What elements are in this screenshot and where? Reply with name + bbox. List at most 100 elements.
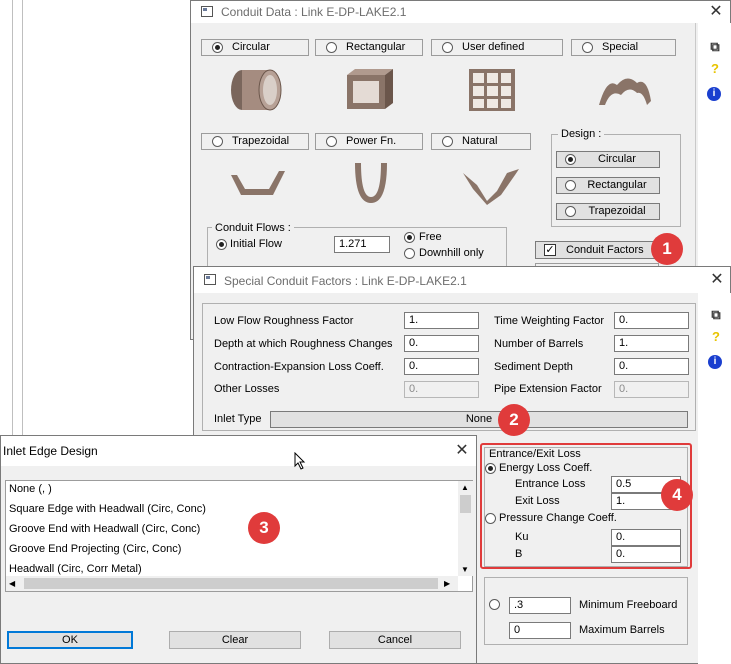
inlet-type-button[interactable]: None — [270, 411, 688, 428]
shape-tab-label: User defined — [462, 41, 525, 53]
highlight-box-entrance-exit — [480, 443, 692, 569]
design-circular-option[interactable]: Circular — [556, 151, 660, 168]
special-arch-icon[interactable] — [595, 71, 655, 111]
contraction-expansion-input[interactable]: 0. — [404, 358, 479, 375]
contraction-expansion-label: Contraction-Expansion Loss Coeff. — [214, 361, 384, 373]
shape-tab-circular[interactable]: Circular — [201, 39, 309, 56]
minimum-freeboard-input[interactable]: .3 — [509, 597, 571, 614]
design-option-label: Rectangular — [587, 179, 647, 191]
inlet-edge-dialog: Inlet Edge Design ✕ None (, ) Square Edg… — [0, 435, 477, 664]
side-toolbar — [698, 293, 731, 664]
window-app-icon — [204, 274, 216, 285]
low-flow-roughness-label: Low Flow Roughness Factor — [214, 315, 354, 327]
close-icon[interactable]: ✕ — [702, 270, 731, 290]
info-icon[interactable]: i — [707, 87, 721, 101]
annotation-badge-3: 3 — [248, 512, 280, 544]
design-rectangular-option[interactable]: Rectangular — [556, 177, 660, 194]
shape-tab-label: Circular — [232, 41, 270, 53]
scroll-thumb[interactable] — [24, 578, 438, 589]
shape-tab-label: Trapezoidal — [232, 135, 290, 147]
circular-pipe-icon[interactable] — [226, 65, 286, 115]
radio-design-circular[interactable] — [565, 154, 576, 165]
conduit-window-title: Conduit Data : Link E-DP-LAKE2.1 — [221, 5, 407, 19]
scroll-right-icon[interactable]: ▶ — [444, 579, 450, 588]
rectangular-box-icon[interactable] — [339, 67, 399, 113]
list-item[interactable]: Groove End with Headwall (Circ, Conc) — [9, 523, 200, 535]
free-label: Free — [419, 231, 442, 243]
scroll-up-icon[interactable]: ▲ — [461, 483, 469, 492]
inlet-dialog-title: Inlet Edge Design — [3, 444, 98, 458]
radio-trapezoidal[interactable] — [212, 136, 223, 147]
trapezoidal-channel-icon[interactable] — [229, 167, 289, 201]
conduit-flows-group: Conduit Flows : Initial Flow 1.271 Free … — [207, 222, 507, 269]
horizontal-scrollbar[interactable]: ◀ ▶ — [6, 576, 458, 591]
copy-icon[interactable]: ⧉ — [708, 307, 724, 323]
vertical-scrollbar[interactable]: ▲ ▼ — [458, 481, 473, 576]
conduit-factors-button[interactable]: ✓ Conduit Factors — [535, 241, 659, 259]
shape-tab-user-defined[interactable]: User defined — [431, 39, 563, 56]
scroll-down-icon[interactable]: ▼ — [461, 565, 469, 574]
maximum-barrels-input[interactable]: 0 — [509, 622, 571, 639]
power-function-channel-icon[interactable] — [351, 159, 391, 207]
list-item[interactable]: Groove End Projecting (Circ, Conc) — [9, 543, 181, 555]
close-icon[interactable]: ✕ — [447, 441, 477, 461]
help-icon[interactable]: ? — [708, 329, 724, 345]
info-icon[interactable]: i — [708, 355, 722, 369]
mouse-cursor-icon — [294, 452, 306, 470]
radio-rectangular[interactable] — [326, 42, 337, 53]
conduit-factors-checkbox[interactable]: ✓ — [544, 244, 556, 256]
clear-button[interactable]: Clear — [169, 631, 301, 649]
low-flow-roughness-input[interactable]: 1. — [404, 312, 479, 329]
radio-power-fn[interactable] — [326, 136, 337, 147]
time-weighting-input[interactable]: 0. — [614, 312, 689, 329]
radio-design-trapezoidal[interactable] — [565, 206, 576, 217]
close-icon[interactable]: ✕ — [701, 2, 731, 22]
list-item[interactable]: Headwall (Circ, Corr Metal) — [9, 563, 142, 575]
initial-flow-label: Initial Flow — [230, 238, 282, 250]
inlet-edge-list[interactable]: None (, ) Square Edge with Headwall (Cir… — [5, 480, 473, 592]
list-item[interactable]: Square Edge with Headwall (Circ, Conc) — [9, 503, 206, 515]
copy-icon[interactable]: ⧉ — [707, 39, 723, 55]
radio-circular[interactable] — [212, 42, 223, 53]
user-defined-grid-icon[interactable] — [463, 65, 523, 115]
radio-natural[interactable] — [442, 136, 453, 147]
shape-tab-label: Power Fn. — [346, 135, 397, 147]
number-of-barrels-input[interactable]: 1. — [614, 335, 689, 352]
help-icon[interactable]: ? — [707, 61, 723, 77]
shape-tab-rectangular[interactable]: Rectangular — [315, 39, 423, 56]
design-trapezoidal-option[interactable]: Trapezoidal — [556, 203, 660, 220]
shape-tab-trapezoidal[interactable]: Trapezoidal — [201, 133, 309, 150]
initial-flow-input[interactable]: 1.271 — [334, 236, 390, 253]
radio-downhill-only[interactable] — [404, 248, 415, 259]
shape-tab-power-fn[interactable]: Power Fn. — [315, 133, 423, 150]
factors-window-title: Special Conduit Factors : Link E-DP-LAKE… — [224, 274, 467, 288]
maximum-barrels-label: Maximum Barrels — [579, 624, 665, 636]
radio-freeboard[interactable] — [489, 599, 500, 610]
cancel-button[interactable]: Cancel — [329, 631, 461, 649]
radio-initial-flow[interactable] — [216, 239, 227, 250]
shape-tab-natural[interactable]: Natural — [431, 133, 531, 150]
radio-free[interactable] — [404, 232, 415, 243]
shape-tab-label: Special — [602, 41, 639, 53]
annotation-badge-1: 1 — [651, 233, 683, 265]
radio-special[interactable] — [582, 42, 593, 53]
radio-design-rectangular[interactable] — [565, 180, 576, 191]
scroll-thumb[interactable] — [460, 495, 471, 513]
design-option-label: Trapezoidal — [588, 205, 646, 217]
list-item[interactable]: None (, ) — [9, 483, 52, 495]
natural-channel-icon[interactable] — [461, 165, 523, 205]
time-weighting-label: Time Weighting Factor — [494, 315, 605, 327]
inlet-dialog-titlebar: Inlet Edge Design ✕ — [1, 436, 476, 466]
annotation-badge-4: 4 — [661, 479, 693, 511]
ok-button[interactable]: OK — [7, 631, 133, 649]
scroll-left-icon[interactable]: ◀ — [9, 579, 15, 588]
radio-user-defined[interactable] — [442, 42, 453, 53]
pipe-extension-input[interactable]: 0. — [614, 381, 689, 398]
sediment-depth-input[interactable]: 0. — [614, 358, 689, 375]
inlet-type-label: Inlet Type — [214, 413, 262, 425]
other-losses-input[interactable]: 0. — [404, 381, 479, 398]
shape-tab-special[interactable]: Special — [571, 39, 676, 56]
pipe-extension-label: Pipe Extension Factor — [494, 383, 602, 395]
roughness-depth-input[interactable]: 0. — [404, 335, 479, 352]
window-app-icon — [201, 6, 213, 17]
